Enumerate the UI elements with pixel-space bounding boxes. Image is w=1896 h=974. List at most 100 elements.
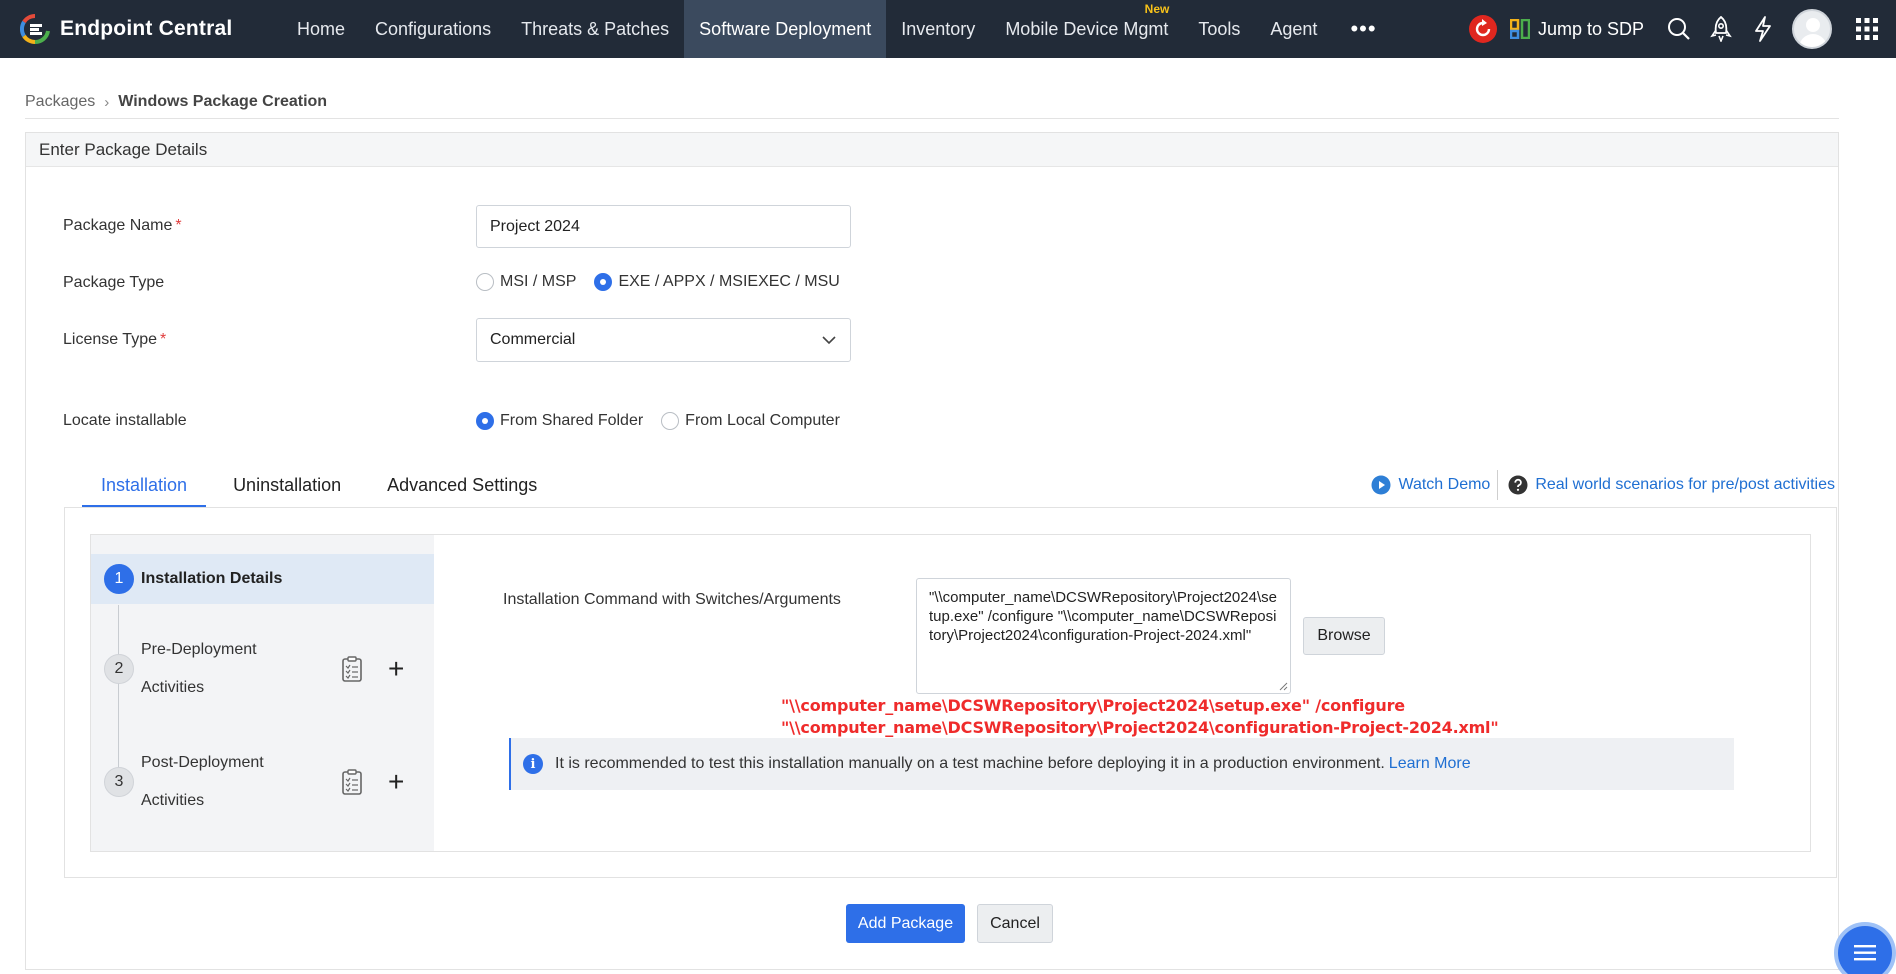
lightning-icon[interactable]	[1742, 0, 1784, 58]
step-actions: +	[341, 768, 404, 796]
package-name-label: Package Name *	[63, 217, 182, 235]
nav-item-label: Configurations	[375, 18, 492, 39]
nav-item-threats-patches[interactable]: Threats & Patches	[506, 0, 684, 58]
license-type-select[interactable]: Commercial	[476, 318, 851, 362]
nav-item-label: Home	[297, 18, 346, 39]
nav-item-label: Software Deployment	[699, 18, 872, 39]
app-grid-icon[interactable]	[1846, 0, 1888, 58]
nav-item-label: Inventory	[901, 18, 976, 39]
avatar[interactable]	[1792, 9, 1832, 49]
radio-checked[interactable]	[594, 273, 613, 291]
label-text: License Type	[63, 331, 157, 348]
clipboard-list-icon[interactable]	[341, 768, 363, 796]
chevron-right-icon: ›	[104, 93, 110, 111]
sdp-icon	[1509, 19, 1530, 39]
installation-content: 1 Installation Details 2 Pre-Deployment …	[90, 534, 1811, 852]
chat-menu-button[interactable]	[1834, 922, 1896, 974]
package-name-input[interactable]: Project 2024	[476, 205, 851, 248]
step-label: Post-Deployment Activities	[141, 754, 264, 809]
nav-right-tools: Jump to SDP	[1462, 0, 1896, 58]
installation-command-value: "\\computer_name\DCSWRepository\Project2…	[929, 589, 1277, 644]
step-post-deployment[interactable]: 3 Post-Deployment Activities +	[91, 740, 434, 824]
nav-item-agent[interactable]: Agent	[1255, 0, 1332, 58]
watch-demo-link[interactable]: Watch Demo	[1371, 475, 1490, 495]
command-annotation: "\\computer_name\DCSWRepository\Project2…	[781, 695, 1499, 739]
add-pre-deployment-button[interactable]: +	[388, 655, 404, 683]
radio-label: EXE / APPX / MSIEXEC / MSU	[618, 273, 840, 290]
label-text: Package Name	[63, 217, 173, 234]
chevron-down-icon	[822, 336, 836, 345]
add-post-deployment-button[interactable]: +	[388, 768, 404, 796]
top-navigation-bar: Endpoint Central Home Configurations Thr…	[0, 0, 1896, 58]
brand[interactable]: Endpoint Central	[20, 13, 282, 45]
cancel-button[interactable]: Cancel	[977, 904, 1053, 943]
step-label: Pre-Deployment Activities	[141, 641, 257, 696]
nav-menu: Home Configurations Threats & Patches So…	[282, 0, 1395, 58]
nav-item-software-deployment[interactable]: Software Deployment	[684, 0, 887, 58]
tab-installation[interactable]: Installation	[81, 470, 207, 508]
package-type-label: Package Type	[63, 274, 165, 291]
installation-command-textarea[interactable]: "\\computer_name\DCSWRepository\Project2…	[916, 578, 1291, 694]
radio-unchecked[interactable]	[661, 412, 680, 430]
step-number: 3	[104, 767, 134, 797]
steps-sidebar: 1 Installation Details 2 Pre-Deployment …	[91, 535, 434, 851]
clipboard-list-icon[interactable]	[341, 655, 363, 683]
nav-item-home[interactable]: Home	[282, 0, 360, 58]
deployment-tabs: Installation Uninstallation Advanced Set…	[81, 470, 583, 508]
add-package-button[interactable]: Add Package	[846, 904, 965, 943]
nav-item-label: Agent	[1270, 18, 1318, 39]
step-pre-deployment[interactable]: 2 Pre-Deployment Activities +	[91, 627, 434, 711]
from-shared-folder-option[interactable]: From Shared Folder	[476, 412, 643, 430]
help-links: Watch Demo Real world scenarios for pre/…	[1371, 470, 1835, 500]
locate-installable-radio-group: From Shared Folder From Local Computer	[476, 412, 858, 430]
help-divider	[1497, 470, 1499, 500]
search-icon[interactable]	[1658, 0, 1700, 58]
tab-advanced-settings[interactable]: Advanced Settings	[387, 470, 537, 508]
nav-item-configurations[interactable]: Configurations	[360, 0, 506, 58]
step-number: 1	[104, 564, 134, 594]
help-icon	[1508, 475, 1528, 495]
step-label: Installation Details	[141, 570, 283, 587]
radio-checked[interactable]	[476, 412, 494, 430]
nav-item-label: Tools	[1198, 18, 1241, 39]
play-icon	[1371, 475, 1391, 495]
step-actions: +	[341, 655, 404, 683]
real-world-scenarios-label: Real world scenarios for pre/post activi…	[1535, 476, 1835, 493]
nav-item-label: Mobile Device Mgmt	[1005, 18, 1169, 39]
package-type-msi-option[interactable]: MSI / MSP	[476, 273, 576, 291]
breadcrumb-divider	[25, 118, 1839, 119]
learn-more-link[interactable]: Learn More	[1389, 755, 1471, 773]
breadcrumb-current: Windows Package Creation	[118, 93, 328, 110]
package-type-exe-option[interactable]: EXE / APPX / MSIEXEC / MSU	[594, 273, 840, 291]
radio-label: MSI / MSP	[500, 273, 577, 290]
endpoint-central-logo-icon	[20, 13, 50, 45]
step-number: 2	[104, 654, 134, 684]
nav-item-label: Threats & Patches	[521, 18, 670, 39]
annotation-line: "\\computer_name\DCSWRepository\Project2…	[781, 696, 1405, 715]
browse-button[interactable]: Browse	[1303, 617, 1385, 655]
info-text: It is recommended to test this installat…	[555, 755, 1385, 772]
locate-installable-label: Locate installable	[63, 412, 187, 429]
rocket-icon[interactable]	[1700, 0, 1742, 58]
required-marker: *	[160, 331, 167, 348]
jump-to-sdp-link[interactable]: Jump to SDP	[1509, 19, 1644, 40]
refresh-icon[interactable]	[1462, 0, 1504, 58]
nav-item-mobile-device-mgmt[interactable]: Mobile Device Mgmt New	[990, 0, 1183, 58]
breadcrumb-packages-link[interactable]: Packages	[25, 93, 95, 111]
installation-command-label: Installation Command with Switches/Argum…	[503, 591, 841, 608]
info-icon: i	[523, 754, 543, 774]
real-world-scenarios-link[interactable]: Real world scenarios for pre/post activi…	[1508, 475, 1835, 495]
license-type-value: Commercial	[490, 331, 576, 348]
nav-more-button[interactable]: •••	[1332, 0, 1394, 58]
resize-handle-icon[interactable]	[1278, 681, 1288, 691]
nav-item-inventory[interactable]: Inventory	[886, 0, 990, 58]
from-local-computer-option[interactable]: From Local Computer	[661, 412, 840, 430]
info-banner: i It is recommended to test this install…	[509, 738, 1734, 790]
nav-item-tools[interactable]: Tools	[1183, 0, 1255, 58]
tab-uninstallation[interactable]: Uninstallation	[233, 470, 341, 508]
radio-label: From Local Computer	[685, 412, 840, 429]
step-installation-details[interactable]: 1 Installation Details	[91, 554, 434, 604]
radio-unchecked[interactable]	[476, 273, 494, 291]
menu-icon	[1854, 945, 1876, 961]
watch-demo-label: Watch Demo	[1398, 476, 1491, 493]
